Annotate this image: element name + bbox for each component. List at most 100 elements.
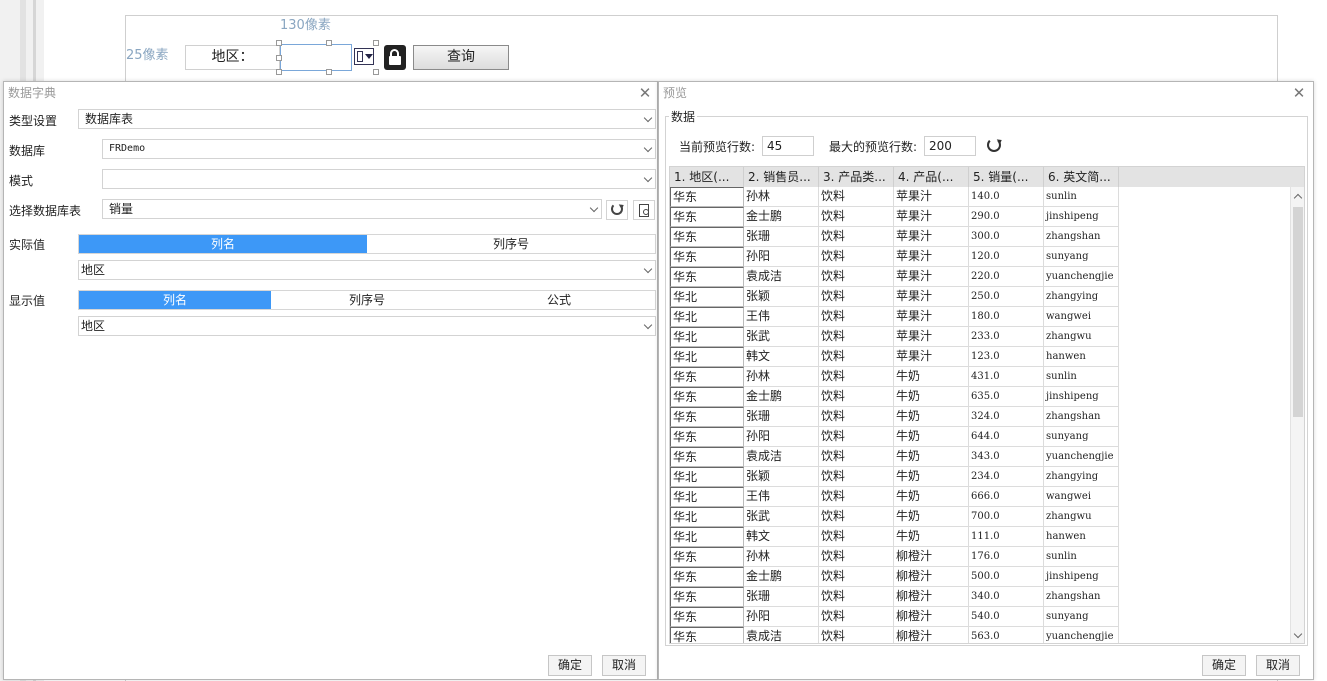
unlock-icon[interactable] [384, 45, 406, 70]
column-header[interactable]: 2. 销售员... [744, 167, 819, 187]
table-cell[interactable]: 324.0 [969, 407, 1044, 427]
table-cell[interactable]: yuanchengjie [1044, 267, 1119, 287]
actual-column-select[interactable]: 地区 [78, 260, 656, 280]
table-cell[interactable]: 张颖 [744, 467, 819, 487]
max-rows-field[interactable]: 200 [924, 136, 976, 156]
table-cell[interactable]: 柳橙汁 [894, 607, 969, 627]
table-cell[interactable]: 华北 [670, 487, 744, 507]
table-cell[interactable]: 柳橙汁 [894, 587, 969, 607]
table-cell[interactable]: sunlin [1044, 547, 1119, 567]
refresh-button[interactable] [606, 200, 628, 220]
table-row[interactable]: 华北 王伟 饮料 苹果汁 180.0 wangwei [670, 307, 1119, 327]
database-select[interactable]: FRDemo [102, 139, 656, 159]
table-cell[interactable]: 柳橙汁 [894, 627, 969, 643]
table-row[interactable]: 华东 张珊 饮料 苹果汁 300.0 zhangshan [670, 227, 1119, 247]
table-cell[interactable]: 孙林 [744, 367, 819, 387]
table-cell[interactable]: 苹果汁 [894, 307, 969, 327]
resize-handle[interactable] [373, 40, 379, 46]
table-cell[interactable]: 张武 [744, 327, 819, 347]
tab-column-name[interactable]: 列名 [79, 235, 367, 253]
table-cell[interactable]: hanwen [1044, 527, 1119, 547]
table-cell[interactable]: hanwen [1044, 347, 1119, 367]
table-cell[interactable]: 王伟 [744, 487, 819, 507]
scroll-down-icon[interactable] [1293, 629, 1303, 639]
table-cell[interactable]: 340.0 [969, 587, 1044, 607]
table-cell[interactable]: sunyang [1044, 607, 1119, 627]
table-cell[interactable]: 644.0 [969, 427, 1044, 447]
table-cell[interactable]: 234.0 [969, 467, 1044, 487]
combo-widget-icon[interactable] [354, 48, 374, 65]
table-cell[interactable]: 饮料 [819, 207, 894, 227]
table-cell[interactable]: 华北 [670, 507, 744, 527]
table-row[interactable]: 华东 袁成洁 饮料 牛奶 343.0 yuanchengjie [670, 447, 1119, 467]
table-cell[interactable]: 袁成洁 [744, 627, 819, 643]
table-cell[interactable]: 华东 [670, 387, 744, 407]
table-cell[interactable]: jinshipeng [1044, 207, 1119, 227]
table-cell[interactable]: 华东 [670, 227, 744, 247]
table-cell[interactable]: 苹果汁 [894, 267, 969, 287]
table-cell[interactable]: jinshipeng [1044, 567, 1119, 587]
table-cell[interactable]: 华东 [670, 427, 744, 447]
table-cell[interactable]: 华东 [670, 207, 744, 227]
resize-handle[interactable] [276, 40, 282, 46]
table-cell[interactable]: 180.0 [969, 307, 1044, 327]
resize-handle[interactable] [276, 69, 282, 75]
table-cell[interactable]: 华北 [670, 287, 744, 307]
table-cell[interactable]: 苹果汁 [894, 227, 969, 247]
table-cell[interactable]: 张珊 [744, 227, 819, 247]
table-cell[interactable]: yuanchengjie [1044, 627, 1119, 643]
preview-button[interactable] [633, 200, 655, 220]
table-cell[interactable]: 饮料 [819, 467, 894, 487]
table-cell[interactable]: wangwei [1044, 307, 1119, 327]
table-cell[interactable]: 111.0 [969, 527, 1044, 547]
table-cell[interactable]: zhangshan [1044, 587, 1119, 607]
table-cell[interactable]: 韩文 [744, 347, 819, 367]
current-rows-field[interactable]: 45 [762, 136, 814, 156]
column-header[interactable]: 6. 英文简... [1044, 167, 1119, 187]
table-cell[interactable]: 华东 [670, 607, 744, 627]
table-cell[interactable]: 500.0 [969, 567, 1044, 587]
table-cell[interactable]: 华东 [670, 547, 744, 567]
resize-handle[interactable] [373, 69, 379, 75]
table-cell[interactable]: 华北 [670, 307, 744, 327]
tab-formula[interactable]: 公式 [463, 291, 655, 309]
table-cell[interactable]: 220.0 [969, 267, 1044, 287]
table-cell[interactable]: 牛奶 [894, 387, 969, 407]
table-cell[interactable]: 饮料 [819, 327, 894, 347]
table-cell[interactable]: 华东 [670, 247, 744, 267]
table-cell[interactable]: zhangshan [1044, 227, 1119, 247]
table-row[interactable]: 华东 金士鹏 饮料 苹果汁 290.0 jinshipeng [670, 207, 1119, 227]
table-cell[interactable]: 牛奶 [894, 367, 969, 387]
table-cell[interactable]: 牛奶 [894, 407, 969, 427]
display-column-select[interactable]: 地区 [78, 316, 656, 336]
table-cell[interactable]: 饮料 [819, 267, 894, 287]
tab-column-index[interactable]: 列序号 [271, 291, 463, 309]
table-cell[interactable]: 柳橙汁 [894, 547, 969, 567]
table-cell[interactable]: zhangying [1044, 287, 1119, 307]
table-cell[interactable]: 饮料 [819, 447, 894, 467]
close-icon[interactable]: ✕ [638, 86, 652, 101]
table-cell[interactable]: 233.0 [969, 327, 1044, 347]
table-cell[interactable]: 金士鹏 [744, 387, 819, 407]
table-cell[interactable]: wangwei [1044, 487, 1119, 507]
table-cell[interactable]: 牛奶 [894, 467, 969, 487]
table-cell[interactable]: 张颖 [744, 287, 819, 307]
table-cell[interactable]: 300.0 [969, 227, 1044, 247]
resize-handle[interactable] [326, 69, 332, 75]
table-row[interactable]: 华北 张武 饮料 苹果汁 233.0 zhangwu [670, 327, 1119, 347]
table-cell[interactable]: 苹果汁 [894, 327, 969, 347]
table-cell[interactable]: 张珊 [744, 407, 819, 427]
table-cell[interactable]: 华东 [670, 567, 744, 587]
table-cell[interactable]: zhangying [1044, 467, 1119, 487]
table-cell[interactable]: 苹果汁 [894, 347, 969, 367]
table-cell[interactable]: 120.0 [969, 247, 1044, 267]
table-cell[interactable]: 343.0 [969, 447, 1044, 467]
table-row[interactable]: 华东 金士鹏 饮料 柳橙汁 500.0 jinshipeng [670, 567, 1119, 587]
table-cell[interactable]: 饮料 [819, 367, 894, 387]
cancel-button[interactable]: 取消 [1256, 655, 1300, 676]
table-cell[interactable]: sunlin [1044, 367, 1119, 387]
column-header[interactable]: 3. 产品类... [819, 167, 894, 187]
table-cell[interactable]: 华北 [670, 527, 744, 547]
table-cell[interactable]: 华北 [670, 327, 744, 347]
close-icon[interactable]: ✕ [1292, 86, 1306, 101]
